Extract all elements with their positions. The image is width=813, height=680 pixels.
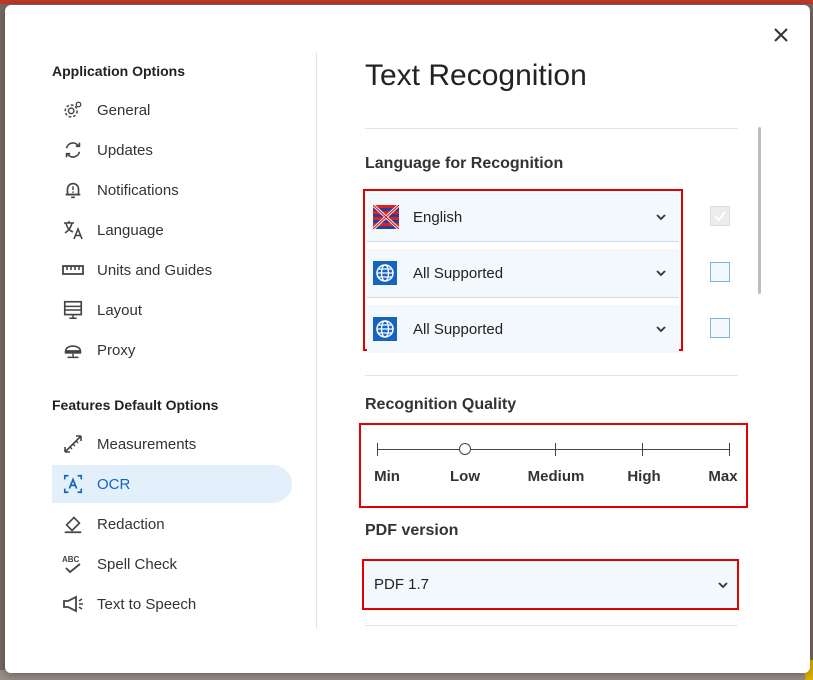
sidebar-item-label: Spell Check [97,555,178,573]
close-icon [774,28,788,42]
options-dialog: Application Options General Updates Noti… [5,5,810,673]
quality-label-high: High [627,468,661,485]
sidebar-item-redaction[interactable]: Redaction [52,505,292,543]
chevron-down-icon [717,576,729,594]
slider-track [377,449,729,450]
checkmark-icon [714,211,726,222]
slider-thumb[interactable] [459,443,471,455]
sidebar-item-label: Language [97,221,164,239]
sidebar-item-measurements[interactable]: Measurements [52,425,292,463]
chevron-down-icon [651,213,671,221]
quality-label-low: Low [450,468,480,485]
sidebar-item-label: Text to Speech [97,595,197,613]
ocr-icon [60,471,86,497]
sidebar-item-notifications[interactable]: Notifications [52,171,292,209]
sidebar-item-ocr[interactable]: OCR [52,465,292,503]
quality-section-label: Recognition Quality [365,396,517,413]
layout-icon [60,297,86,323]
translate-icon [60,217,86,243]
sidebar-item-label: Notifications [97,181,179,199]
gear-icon [60,97,86,123]
quality-label-max: Max [708,468,738,485]
sidebar-item-updates[interactable]: Updates [52,131,292,169]
sidebar-item-label: Redaction [97,515,165,533]
svg-text:ABC: ABC [62,555,80,564]
eraser-icon [60,511,86,537]
pdf-version-label: PDF version [365,522,459,539]
sidebar-item-language[interactable]: Language [52,211,292,249]
section-divider [365,375,738,376]
features-default-options-heading: Features Default Options [52,397,219,413]
sidebar-item-label: General [97,101,151,119]
ruler-icon [60,257,86,283]
language-select-3-value: All Supported [413,320,504,338]
quality-label-medium: Medium [527,468,585,485]
sidebar-item-general[interactable]: General [52,91,292,129]
globe-icon [373,261,399,285]
sidebar-item-label: OCR [97,475,131,493]
pdf-version-value: PDF 1.7 [374,576,430,593]
sidebar-item-units-and-guides[interactable]: Units and Guides [52,251,292,289]
section-divider [365,625,738,626]
uk-flag-icon [371,203,401,231]
close-button[interactable] [767,21,795,49]
sidebar-item-label: Measurements [97,435,197,453]
sidebar-divider [316,53,317,629]
slider-tick [377,443,378,456]
application-options-heading: Application Options [52,63,185,79]
sidebar-item-layout[interactable]: Layout [52,291,292,329]
sidebar-item-label: Layout [97,301,143,319]
chevron-down-icon [651,269,671,277]
spellcheck-icon: ABC [60,551,86,577]
slider-tick [729,443,730,456]
background-top-bar [0,0,813,4]
scrollbar[interactable] [758,127,761,294]
slider-tick [555,443,556,456]
language-select-1[interactable]: English [367,193,679,242]
globe-icon [373,317,399,341]
sidebar-item-label: Proxy [97,341,136,359]
title-divider [365,128,738,129]
page-title: Text Recognition [365,59,587,92]
bell-icon [60,177,86,203]
measure-icon [60,431,86,457]
language-select-2-value: All Supported [413,264,504,282]
sidebar-item-text-to-speech[interactable]: Text to Speech [52,585,292,623]
pdf-version-select[interactable]: PDF 1.7 [362,559,739,610]
megaphone-icon [60,591,86,617]
proxy-icon [60,337,86,363]
sidebar-item-proxy[interactable]: Proxy [52,331,292,369]
chevron-down-icon [651,325,671,333]
quality-slider[interactable]: Min Low Medium High Max [359,423,748,508]
language-2-checkbox[interactable] [710,262,730,282]
language-select-2[interactable]: All Supported [367,249,679,298]
slider-tick [642,443,643,456]
sidebar-item-label: Units and Guides [97,261,213,279]
sidebar-item-label: Updates [97,141,153,159]
language-3-checkbox[interactable] [710,318,730,338]
language-section-label: Language for Recognition [365,155,564,172]
language-select-3[interactable]: All Supported [367,305,679,353]
quality-label-min: Min [374,468,400,485]
language-select-1-value: English [413,208,463,226]
language-1-checkbox[interactable] [710,206,730,226]
language-select-group: English All Supported All Supported [363,189,683,353]
refresh-icon [60,137,86,163]
sidebar-item-spell-check[interactable]: ABC Spell Check [52,545,292,583]
